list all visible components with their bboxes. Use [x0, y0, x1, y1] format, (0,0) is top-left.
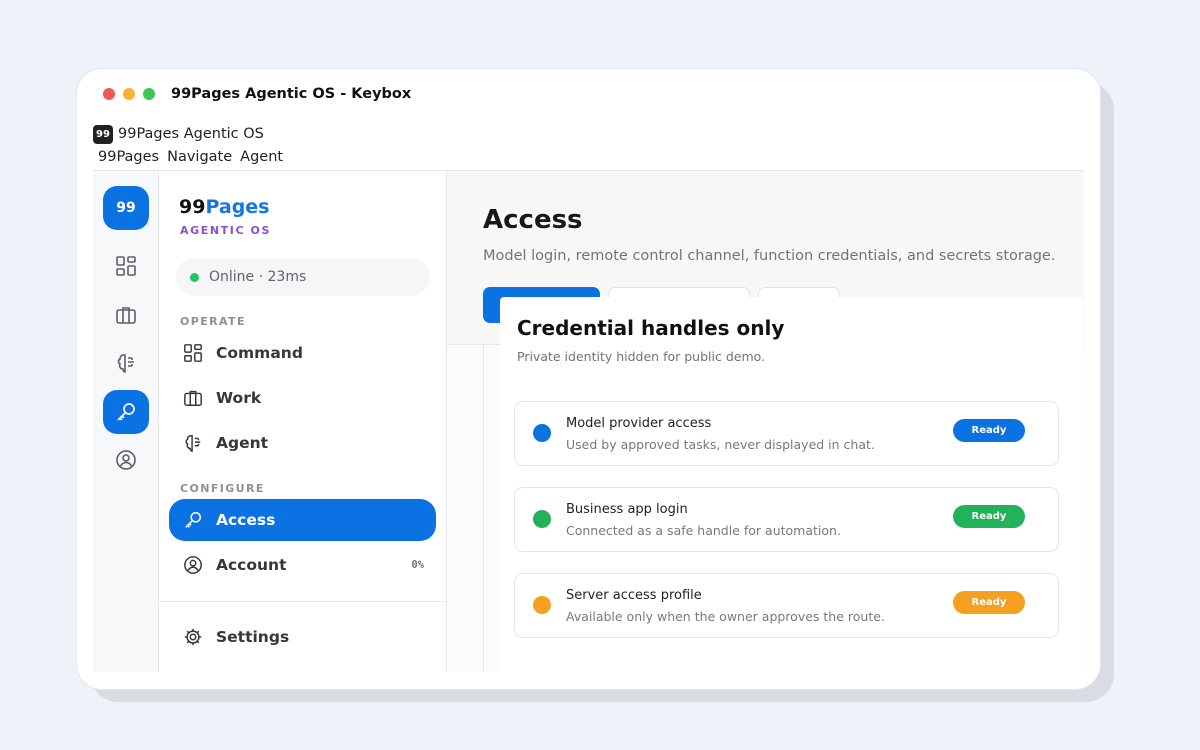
sidebar-item-label: Settings — [216, 628, 290, 646]
menu-agent[interactable]: Agent — [240, 149, 283, 165]
status-dot-green — [533, 510, 551, 528]
window-titlebar: 99Pages Agentic OS - Keybox — [77, 69, 1100, 119]
key-icon — [117, 403, 135, 421]
key-icon — [183, 510, 203, 530]
account-progress-badge: 0% — [411, 559, 424, 571]
sidebar-item-label: Access — [216, 511, 276, 529]
rail-agent-button[interactable] — [103, 341, 149, 385]
grid-icon — [183, 343, 203, 363]
briefcase-icon — [183, 388, 203, 408]
minimize-window-button[interactable] — [123, 88, 135, 100]
card-subtitle: Private identity hidden for public demo. — [517, 349, 766, 364]
maximize-window-button[interactable] — [143, 88, 155, 100]
menu-navigate[interactable]: Navigate — [167, 149, 232, 165]
brand-subtitle: AGENTIC OS — [180, 224, 272, 237]
credential-name: Model provider access — [566, 416, 712, 431]
section-label-operate: OPERATE — [180, 315, 246, 328]
sidebar-item-label: Command — [216, 344, 303, 362]
sidebar-brand: 99Pages — [179, 196, 270, 218]
status-badge: Ready — [953, 505, 1025, 528]
sidebar-item-label: Agent — [216, 434, 269, 452]
credential-description: Used by approved tasks, never displayed … — [566, 437, 875, 452]
status-badge: Ready — [953, 591, 1025, 614]
sidebar-item-account[interactable]: Account 0% — [169, 544, 436, 586]
menu-99pages[interactable]: 99Pages — [98, 149, 159, 165]
menubar: 99Pages Navigate Agent — [98, 149, 283, 165]
sidebar-item-settings[interactable]: Settings — [169, 616, 436, 658]
sidebar-item-agent[interactable]: Agent — [169, 422, 436, 464]
credential-row-business-app[interactable]: Business app login Connected as a safe h… — [514, 487, 1059, 552]
user-circle-icon — [116, 450, 136, 470]
credential-name: Server access profile — [566, 588, 702, 603]
sidebar-divider — [159, 601, 446, 602]
sidebar-item-access[interactable]: Access — [169, 499, 436, 541]
section-label-configure: CONFIGURE — [180, 482, 265, 495]
rail-account-button[interactable] — [103, 438, 149, 482]
brand-main: 99 — [179, 196, 206, 218]
credential-row-server-access[interactable]: Server access profile Available only whe… — [514, 573, 1059, 638]
user-circle-icon — [183, 555, 203, 575]
status-dot-orange — [533, 596, 551, 614]
content-divider — [483, 345, 484, 672]
rail-work-button[interactable] — [103, 293, 149, 337]
close-window-button[interactable] — [103, 88, 115, 100]
app-header: 99 99Pages Agentic OS — [93, 123, 264, 145]
icon-rail: 99 — [93, 171, 159, 672]
sidebar-item-work[interactable]: Work — [169, 377, 436, 419]
rail-command-button[interactable] — [103, 244, 149, 288]
status-badge: Ready — [953, 419, 1025, 442]
status-pill: Online · 23ms — [176, 258, 430, 296]
sidebar-item-label: Work — [216, 389, 262, 407]
credential-description: Available only when the owner approves t… — [566, 609, 885, 624]
credential-row-model-provider[interactable]: Model provider access Used by approved t… — [514, 401, 1059, 466]
page-description: Model login, remote control channel, fun… — [483, 248, 1056, 264]
rail-access-button[interactable] — [103, 390, 149, 434]
sidebar-item-label: Account — [216, 556, 287, 574]
window-title: 99Pages Agentic OS - Keybox — [171, 86, 412, 102]
grid-icon — [116, 256, 136, 276]
sidebar: 99Pages AGENTIC OS Online · 23ms OPERATE… — [159, 171, 447, 672]
brand-accent: Pages — [205, 196, 270, 218]
brain-icon — [117, 354, 134, 373]
status-dot-blue — [533, 424, 551, 442]
briefcase-icon — [116, 307, 136, 324]
brain-icon — [183, 433, 203, 453]
credential-description: Connected as a safe handle for automatio… — [566, 523, 841, 538]
card-title: Credential handles only — [517, 316, 785, 340]
credential-handles-card: Credential handles only Private identity… — [500, 297, 1083, 672]
credential-name: Business app login — [566, 502, 688, 517]
online-status-dot — [190, 272, 199, 282]
gear-icon — [183, 627, 203, 647]
page-title: Access — [483, 205, 583, 235]
app-logo: 99 — [93, 124, 113, 144]
rail-brand-button[interactable]: 99 — [103, 186, 149, 230]
app-name: 99Pages Agentic OS — [118, 126, 264, 142]
status-text: Online · 23ms — [209, 269, 307, 285]
sidebar-item-command[interactable]: Command — [169, 332, 436, 374]
